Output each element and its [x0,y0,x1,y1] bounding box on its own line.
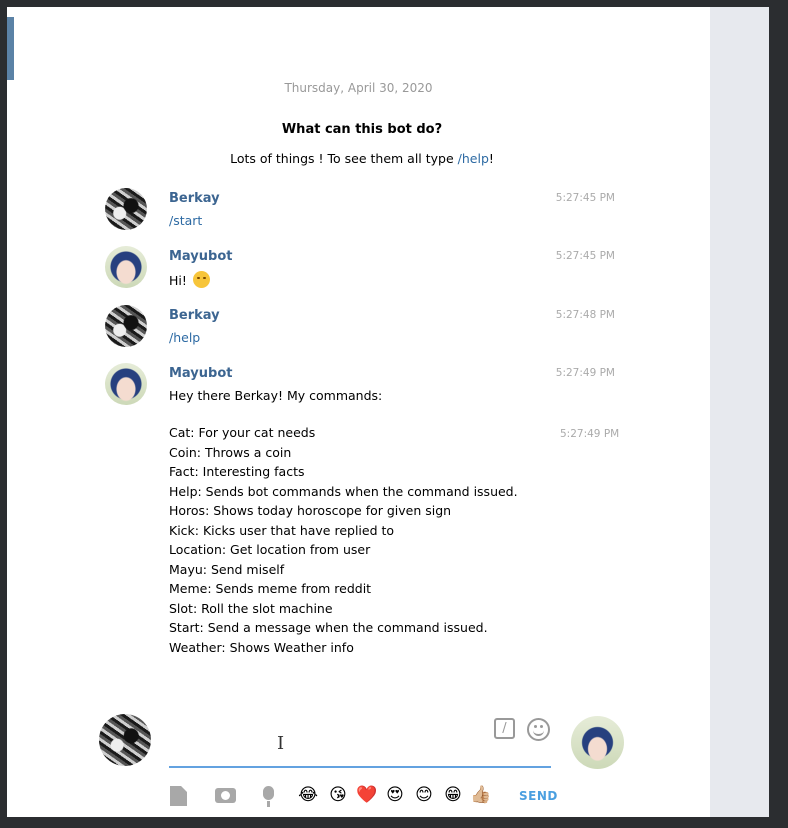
emoji-button[interactable]: ❤️ [356,784,378,806]
message-item: Berkay 5:27:48 PM /help [105,305,615,349]
help-link[interactable]: /help [458,151,489,166]
command-line: Horos: Shows today horoscope for given s… [169,503,452,518]
bot-info-description: Lots of things ! To see them all type /h… [7,151,717,166]
send-button[interactable]: SEND [519,789,558,803]
emoji-button[interactable]: 👍🏼 [470,784,492,806]
avatar[interactable] [105,305,147,347]
command-line: Start: Send a message when the command i… [169,620,488,635]
message-item: Mayubot 5:27:45 PM Hi! [105,246,615,290]
self-avatar[interactable] [99,714,151,766]
command-line: Fact: Interesting facts [169,464,305,479]
microphone-icon[interactable] [263,786,274,807]
sender-name[interactable]: Berkay [169,191,220,206]
sender-name[interactable]: Mayubot [169,366,233,381]
avatar[interactable] [105,363,147,405]
emoji-button[interactable]: 😘 [327,784,349,806]
smile-icon[interactable] [527,718,550,741]
command-link[interactable]: /help [169,330,200,345]
message-input[interactable] [169,726,469,762]
message-time: 5:27:49 PM [555,367,615,379]
bot-description-text: Lots of things ! To see them all type [230,151,458,166]
command-line: Location: Get location from user [169,542,371,557]
message-time: 5:27:45 PM [555,250,615,262]
emoji-button[interactable]: 😂 [297,784,319,806]
command-line: Slot: Roll the slot machine [169,600,333,616]
command-line: Help: Sends bot commands when the comman… [169,483,518,499]
message-text: Hi! [169,271,210,288]
command-list: Cat: For your cat needs Coin: Throws a c… [169,425,619,659]
bot-info-title: What can this bot do? [281,122,443,137]
bot-avatar[interactable] [571,716,624,769]
slash-command-icon[interactable]: / [494,718,515,739]
emoji-button[interactable]: 😊 [413,784,435,806]
command-line: Meme: Sends meme from reddit [169,581,372,596]
message-time: 5:27:48 PM [555,309,615,321]
avatar[interactable] [105,188,147,230]
emoji-button[interactable]: 😍 [384,784,406,806]
right-sidebar-area [710,7,769,817]
command-line: Weather: Shows Weather info [169,639,354,655]
app-window: Thursday, April 30, 2020 What can this b… [7,7,769,817]
message-time: 5:27:45 PM [555,192,615,204]
avatar[interactable] [105,246,147,288]
sender-name[interactable]: Mayubot [169,249,233,264]
sender-name[interactable]: Berkay [169,308,220,323]
chat-pane: Thursday, April 30, 2020 What can this b… [7,7,710,817]
message-body: Hi! [169,273,187,288]
command-link[interactable]: /start [169,213,202,228]
command-line: Cat: For your cat needs [169,425,316,440]
text-cursor-icon: I [277,733,285,754]
command-line: Kick: Kicks user that have replied to [169,522,395,538]
left-accent-bar [7,17,14,80]
smiling-face-icon [192,271,210,288]
date-separator: Thursday, April 30, 2020 [284,81,433,95]
camera-icon[interactable] [215,788,236,803]
bot-description-suffix: ! [488,151,494,166]
message-text: Hey there Berkay! My commands: [169,388,383,403]
command-line: Mayu: Send miself [169,561,285,577]
message-item: Mayubot 5:27:49 PM Hey there Berkay! My … [105,363,615,407]
message-item: Berkay 5:27:45 PM /start [105,188,615,232]
emoji-button[interactable]: 😁 [442,784,464,806]
command-line: Coin: Throws a coin [169,444,292,460]
